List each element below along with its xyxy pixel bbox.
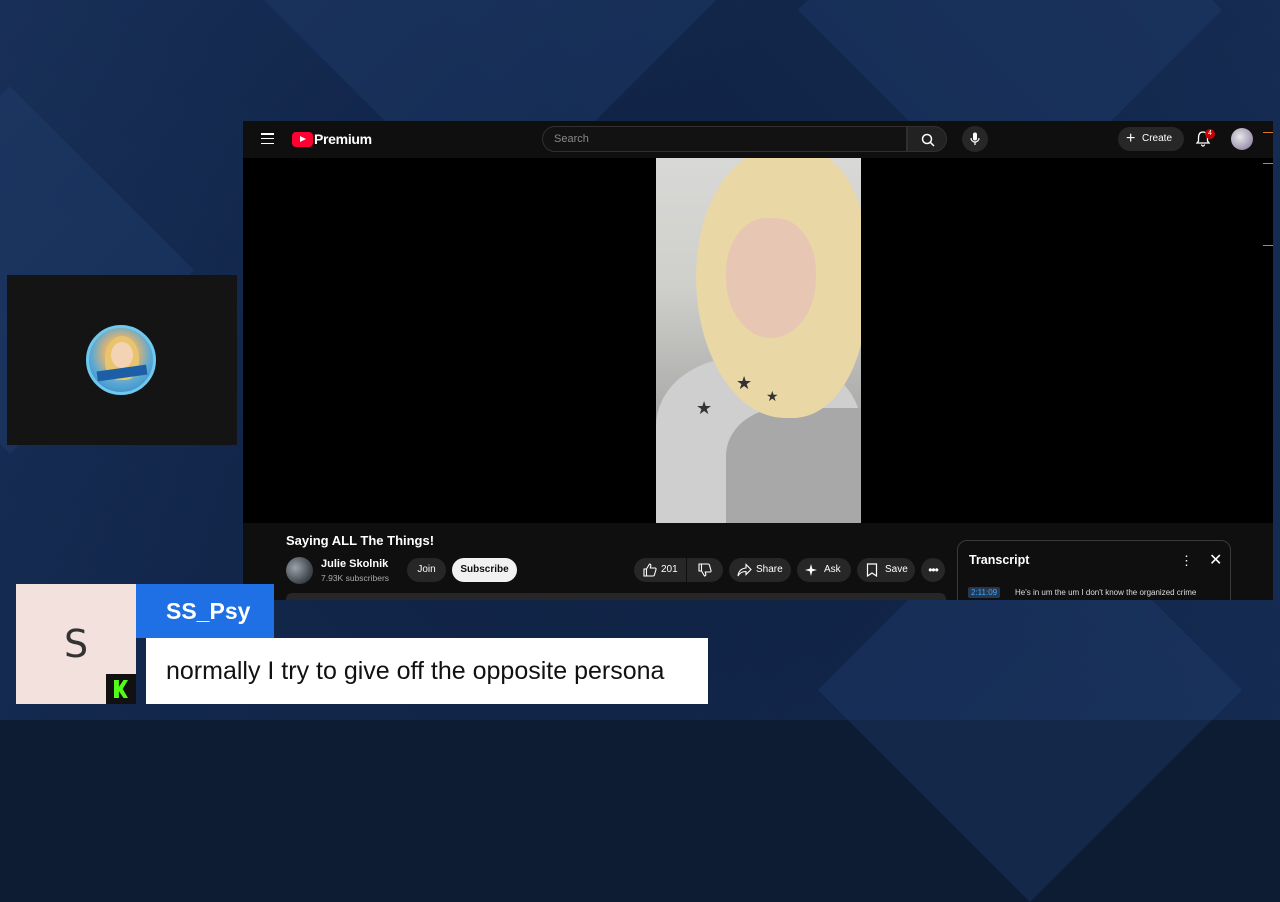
search-icon [921,133,935,147]
transcript-panel: Transcript ⋮ ✕ 2:11:09 He's in um the um… [957,540,1231,600]
youtube-logo[interactable]: Premium [292,131,372,147]
youtube-play-icon [292,131,313,147]
share-label: Share [756,564,783,575]
save-button[interactable]: Save [857,558,915,582]
thumbs-down-icon [698,563,712,577]
video-title: Saying ALL The Things! [286,533,435,548]
search-input[interactable]: Search [542,126,907,152]
youtube-window: Premium Search + Create 4 ★ ★ ★ Saying A… [243,121,1273,600]
create-label: Create [1142,133,1173,144]
channel-avatar[interactable] [286,557,313,584]
transcript-title: Transcript [969,553,1030,567]
notification-badge: 4 [1205,129,1215,139]
join-label: Join [417,564,436,575]
more-horizontal-icon: ••• [928,563,939,577]
chat-caption: normally I try to give off the opposite … [146,638,708,704]
more-vertical-icon[interactable]: ⋮ [1180,553,1193,569]
youtube-topbar: Premium Search + Create 4 [243,121,1273,157]
video-frame: ★ ★ ★ [656,158,861,523]
transcript-line[interactable]: He's in um the um I don't know the organ… [1015,588,1196,597]
menu-icon[interactable] [261,133,274,145]
username-tag: SS_Psy [136,584,274,638]
create-button[interactable]: + Create [1118,127,1184,151]
like-count: 201 [661,564,678,575]
kick-icon [106,674,136,704]
join-button[interactable]: Join [407,558,446,582]
search-placeholder: Search [554,133,589,145]
streamer-avatar [86,325,156,395]
ask-button[interactable]: Ask [797,558,851,582]
dislike-button[interactable] [687,558,723,582]
more-actions-button[interactable]: ••• [921,558,945,582]
search-button[interactable] [907,126,947,152]
logo-text: Premium [314,131,372,147]
ask-label: Ask [824,564,841,575]
description-box[interactable] [286,593,946,600]
video-player[interactable]: ★ ★ ★ [243,158,1273,523]
bookmark-icon [866,563,878,577]
sparkle-icon [805,564,817,576]
subscribe-button[interactable]: Subscribe [452,558,517,582]
voice-search-button[interactable] [962,126,988,152]
share-button[interactable]: Share [729,558,791,582]
account-avatar[interactable] [1231,128,1253,150]
channel-name[interactable]: Julie Skolnik [321,558,388,570]
transcript-timestamp[interactable]: 2:11:09 [968,587,1001,598]
share-icon [737,563,752,577]
subscriber-count: 7.93K subscribers [321,573,390,583]
subscribe-label: Subscribe [460,564,509,575]
plus-icon: + [1126,130,1136,147]
close-icon[interactable]: ✕ [1209,550,1222,570]
like-button[interactable]: 201 [634,558,686,582]
microphone-icon [970,132,980,145]
thumbs-up-icon [643,563,657,577]
save-label: Save [885,564,908,575]
